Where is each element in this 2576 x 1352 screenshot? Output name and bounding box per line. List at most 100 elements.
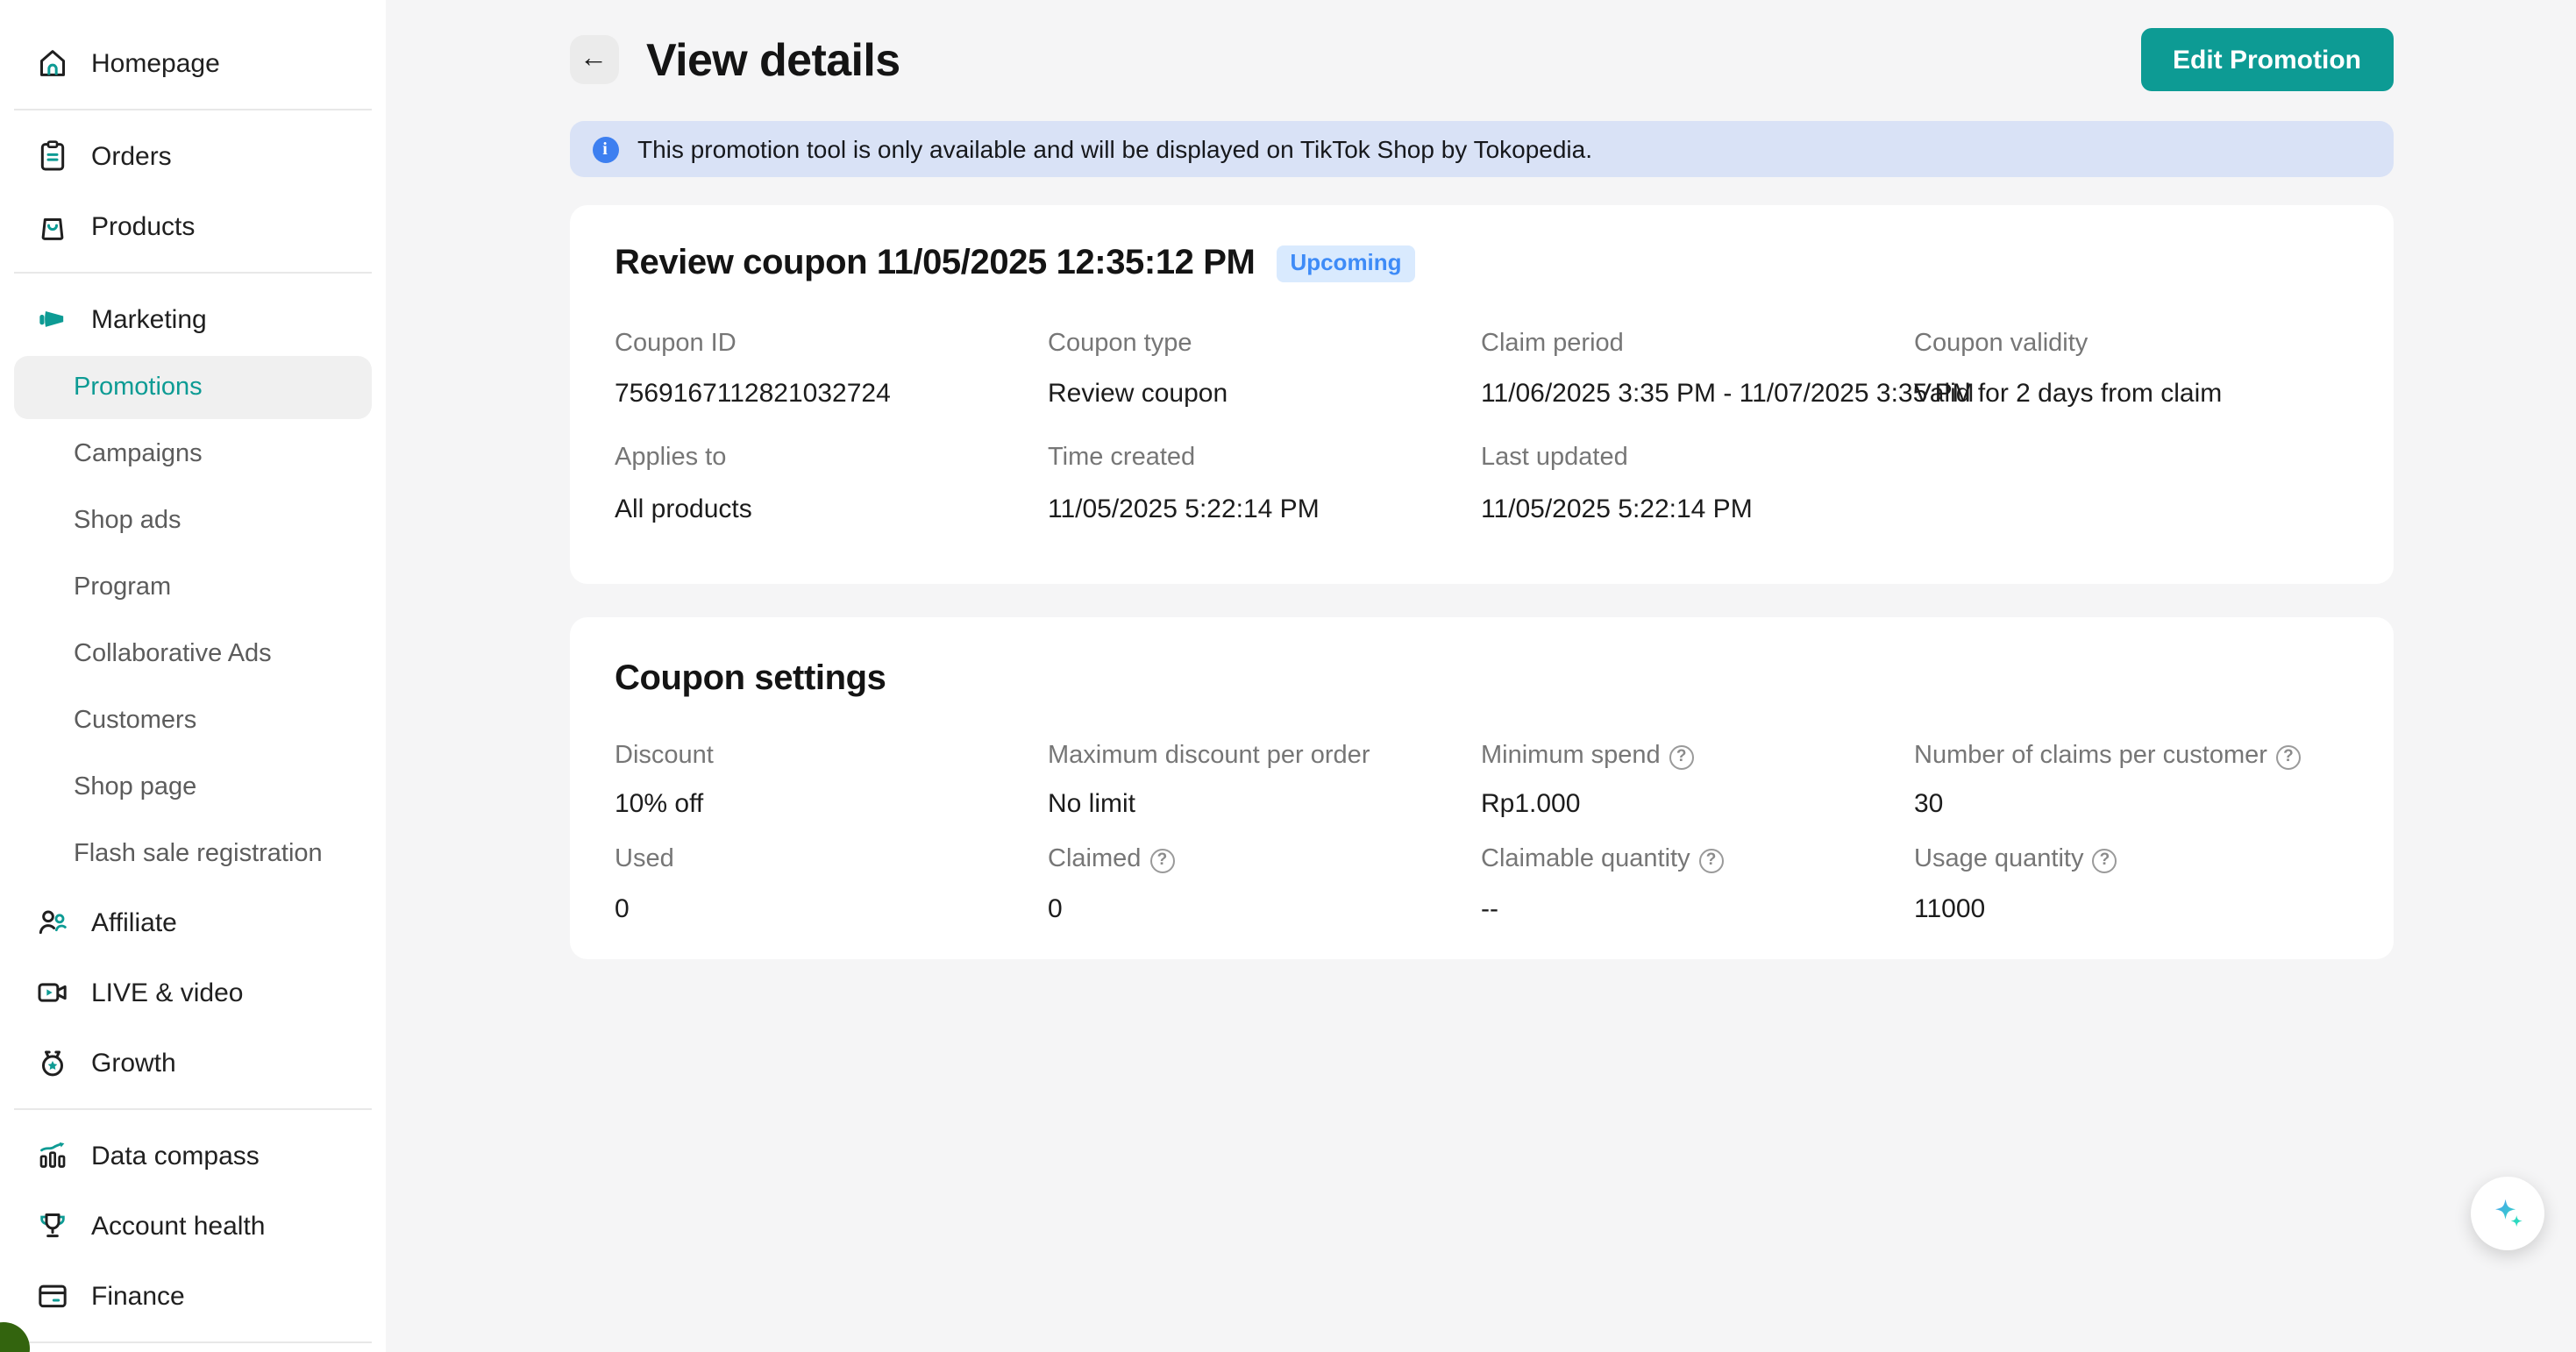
- field-value: 11/05/2025 5:22:14 PM: [1048, 490, 1481, 529]
- coupon-overview-card: Review coupon 11/05/2025 12:35:12 PM Upc…: [569, 205, 2393, 584]
- field-claims-per-customer: Number of claims per customer ? 30: [1914, 742, 2347, 824]
- sidebar-item-customers[interactable]: Customers: [0, 687, 386, 754]
- field-usage-quantity: Usage quantity ? 11000: [1914, 845, 2347, 928]
- sidebar-item-label: Growth: [91, 1048, 176, 1078]
- field-coupon-id: Coupon ID 7569167112821032724: [615, 330, 1048, 414]
- sparkle-icon: [2487, 1193, 2528, 1234]
- home-icon: [35, 46, 70, 81]
- sidebar-divider: [14, 1341, 372, 1343]
- help-icon[interactable]: ?: [2092, 849, 2117, 873]
- coupon-card-title: Review coupon 11/05/2025 12:35:12 PM: [615, 244, 1255, 284]
- help-icon[interactable]: ?: [1669, 744, 1694, 769]
- field-value: 11/05/2025 5:22:14 PM: [1481, 490, 1914, 529]
- field-label: Claimable quantity: [1481, 845, 1690, 876]
- sidebar-divider: [14, 1108, 372, 1110]
- orders-icon: [35, 139, 70, 174]
- coupon-fields-grid: Coupon ID 7569167112821032724 Coupon typ…: [615, 330, 2347, 529]
- sidebar-item-live-video[interactable]: LIVE & video: [0, 957, 386, 1028]
- main-content: ← View details Edit Promotion i This pro…: [386, 0, 2576, 1352]
- sidebar-item-label: Affiliate: [91, 907, 177, 937]
- sidebar-item-collaborative-ads[interactable]: Collaborative Ads: [0, 621, 386, 687]
- field-label: Coupon validity: [1914, 330, 2347, 360]
- account-health-icon: [35, 1208, 70, 1243]
- field-value: All products: [615, 490, 1048, 529]
- field-last-updated: Last updated 11/05/2025 5:22:14 PM: [1481, 444, 1914, 528]
- data-compass-icon: [35, 1138, 70, 1173]
- sidebar-item-flash-sale-registration[interactable]: Flash sale registration: [0, 821, 386, 887]
- edit-promotion-button[interactable]: Edit Promotion: [2141, 28, 2393, 91]
- field-value: Review coupon: [1048, 376, 1481, 415]
- field-minimum-spend: Minimum spend ? Rp1.000: [1481, 742, 1914, 824]
- field-label: Used: [615, 845, 1048, 876]
- field-value: Rp1.000: [1481, 786, 1914, 825]
- sidebar-item-label: Orders: [91, 141, 172, 171]
- sidebar-item-label: LIVE & video: [91, 978, 243, 1007]
- info-banner: i This promotion tool is only available …: [569, 121, 2393, 177]
- sidebar-item-marketing[interactable]: Marketing: [0, 284, 386, 354]
- sidebar-divider: [14, 109, 372, 110]
- affiliate-icon: [35, 905, 70, 940]
- field-label: Coupon type: [1048, 330, 1481, 360]
- sidebar-item-orders[interactable]: Orders: [0, 121, 386, 191]
- field-claim-period: Claim period 11/06/2025 3:35 PM - 11/07/…: [1481, 330, 1914, 414]
- page-title: View details: [646, 32, 900, 87]
- sidebar-item-shop-page[interactable]: Shop page: [0, 754, 386, 821]
- settings-card-title: Coupon settings: [615, 659, 886, 700]
- sidebar-item-account-health[interactable]: Account health: [0, 1191, 386, 1261]
- field-value: 10% off: [615, 786, 1048, 825]
- sidebar-item-label: Shop ads: [74, 507, 181, 535]
- page-header: ← View details Edit Promotion: [569, 28, 2393, 91]
- sidebar-item-homepage[interactable]: Homepage: [0, 28, 386, 98]
- sidebar-item-label: Collaborative Ads: [74, 640, 272, 668]
- field-max-discount-per-order: Maximum discount per order No limit: [1048, 742, 1481, 824]
- sidebar-item-label: Customers: [74, 707, 196, 735]
- help-icon[interactable]: ?: [1149, 849, 1174, 873]
- live-video-icon: [35, 975, 70, 1010]
- coupon-settings-card: Coupon settings Discount 10% off Maximum…: [569, 617, 2393, 960]
- sidebar-item-affiliate[interactable]: Affiliate: [0, 887, 386, 957]
- field-value: --: [1481, 890, 1914, 929]
- sidebar-item-shop-ads[interactable]: Shop ads: [0, 487, 386, 554]
- sidebar-item-growth[interactable]: Growth: [0, 1028, 386, 1098]
- field-label: Claimed: [1048, 845, 1141, 876]
- finance-icon: [35, 1278, 70, 1313]
- sidebar-item-data-compass[interactable]: Data compass: [0, 1121, 386, 1191]
- back-button[interactable]: ←: [569, 35, 618, 84]
- field-used: Used 0: [615, 845, 1048, 928]
- sidebar-item-label: Data compass: [91, 1141, 260, 1171]
- sidebar-item-products[interactable]: Products: [0, 191, 386, 261]
- sidebar-item-program[interactable]: Program: [0, 554, 386, 621]
- sidebar-item-label: Finance: [91, 1281, 185, 1311]
- seller-center-app: Homepage Orders Products Marketing Promo…: [0, 0, 2576, 1352]
- field-coupon-type: Coupon type Review coupon: [1048, 330, 1481, 414]
- field-label: Number of claims per customer: [1914, 742, 2267, 772]
- sidebar-item-label: Products: [91, 211, 195, 241]
- field-value: 30: [1914, 786, 2347, 825]
- field-label: Last updated: [1481, 444, 1914, 474]
- sidebar-item-finance[interactable]: Finance: [0, 1261, 386, 1331]
- help-icon[interactable]: ?: [2276, 744, 2301, 769]
- help-icon[interactable]: ?: [1699, 849, 1724, 873]
- field-value: 11000: [1914, 890, 2347, 929]
- sidebar-item-campaigns[interactable]: Campaigns: [0, 421, 386, 487]
- field-value: 0: [615, 890, 1048, 929]
- sidebar-item-label: Marketing: [91, 304, 207, 334]
- field-value: 7569167112821032724: [615, 376, 1048, 415]
- sidebar-item-label: Flash sale registration: [74, 840, 323, 868]
- sidebar-item-promotions[interactable]: Promotions: [14, 356, 372, 419]
- info-banner-text: This promotion tool is only available an…: [637, 135, 1592, 163]
- field-value: No limit: [1048, 786, 1481, 825]
- field-claimable-quantity: Claimable quantity ? --: [1481, 845, 1914, 928]
- field-empty: [1914, 444, 2347, 528]
- products-icon: [35, 209, 70, 244]
- status-badge: Upcoming: [1276, 246, 1415, 282]
- sidebar-divider: [14, 272, 372, 274]
- sidebar-item-label: Program: [74, 573, 171, 601]
- sidebar-item-label: Shop page: [74, 773, 196, 801]
- field-label: Discount: [615, 742, 1048, 772]
- field-label: Applies to: [615, 444, 1048, 474]
- field-label: Claim period: [1481, 330, 1914, 360]
- field-value: 11/06/2025 3:35 PM - 11/07/2025 3:35 PM: [1481, 376, 2007, 415]
- ai-assistant-button[interactable]: [2471, 1177, 2544, 1250]
- field-discount: Discount 10% off: [615, 742, 1048, 824]
